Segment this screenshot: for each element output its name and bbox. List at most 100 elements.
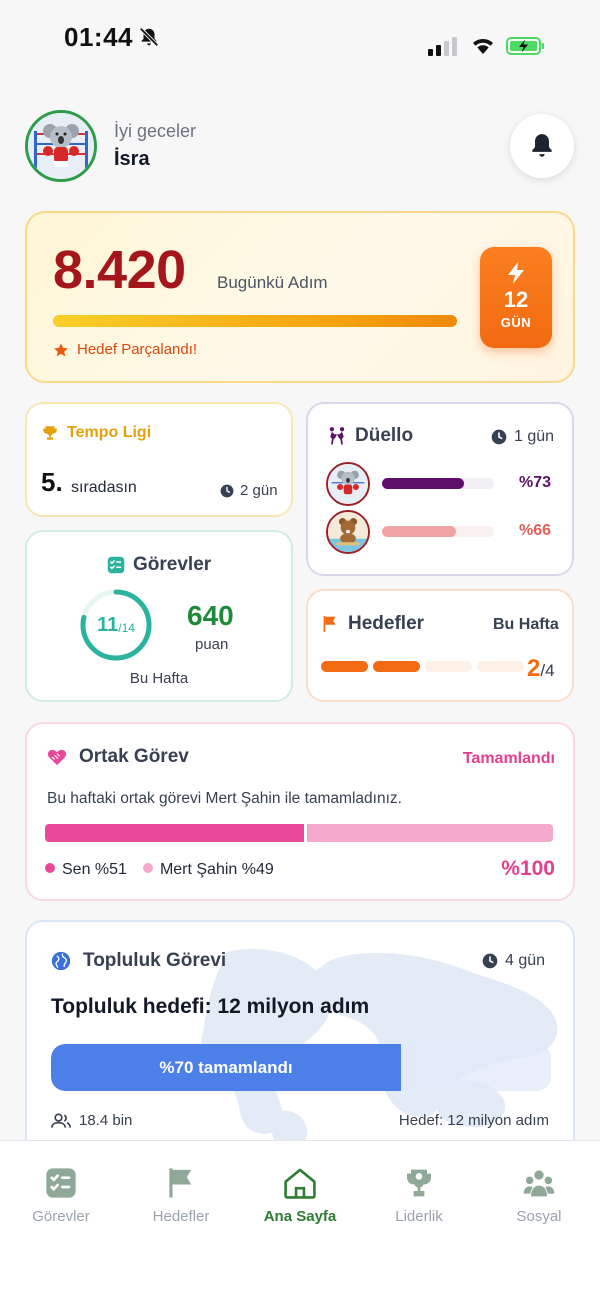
duel-avatar-me xyxy=(326,462,370,506)
flag-icon xyxy=(169,1168,192,1198)
nav-leaderboard[interactable]: Liderlik xyxy=(364,1167,474,1225)
streak-unit: GÜN xyxy=(500,315,532,330)
koala-boxer-avatar-icon xyxy=(28,113,94,179)
tempo-league-card[interactable]: Tempo Ligi 5. sıradasın 2 gün xyxy=(25,402,293,517)
goal-exceeded-text: Hedef Parçalandı! xyxy=(53,341,197,358)
trophy-icon xyxy=(407,1169,431,1197)
goals-title: Hedefler xyxy=(322,613,424,635)
legend-me-label: Sen %51 xyxy=(62,861,127,878)
shared-task-card[interactable]: Ortak Görev Tamamlandı Bu haftaki ortak … xyxy=(25,722,575,901)
shared-task-my-share xyxy=(45,824,305,842)
duel-days-left: 1 gün xyxy=(491,428,554,446)
shared-task-description: Bu haftaki ortak görevi Mert Şahin ile t… xyxy=(47,790,402,807)
tempo-league-title: Tempo Ligi xyxy=(41,424,151,442)
community-goal: Topluluk hedefi: 12 milyon adım xyxy=(51,995,370,1018)
nav-leaderboard-label: Liderlik xyxy=(395,1208,443,1225)
steps-progress-bar xyxy=(53,315,457,327)
clock-icon xyxy=(491,429,507,445)
shared-task-status: Tamamlandı xyxy=(462,750,555,767)
group-icon xyxy=(523,1170,555,1197)
trophy-icon xyxy=(43,426,57,440)
league-days-text: 2 gün xyxy=(240,482,278,499)
nav-tasks-label: Görevler xyxy=(32,1208,90,1225)
community-task-label: Topluluk Görevi xyxy=(83,950,227,971)
bell-off-icon xyxy=(139,27,159,47)
legend-me: Sen %51 xyxy=(45,861,127,879)
legend-partner: Mert Şahin %49 xyxy=(142,861,274,879)
nav-goals[interactable]: Hedefler xyxy=(126,1167,236,1225)
duel-card[interactable]: Düello 1 gün %73 %66 xyxy=(306,402,574,576)
shared-task-total: %100 xyxy=(501,857,555,880)
flag-icon xyxy=(323,616,336,632)
shared-task-title: Ortak Görev xyxy=(47,746,189,768)
status-time: 01:44 xyxy=(64,22,133,52)
community-progress-label: %70 tamamlandı xyxy=(159,1057,293,1077)
duel-progress-track-opponent xyxy=(382,526,494,537)
league-rank-label: sıradasın xyxy=(71,479,137,496)
battery-charging-icon xyxy=(506,37,544,55)
community-task-title: Topluluk Görevi xyxy=(51,950,226,972)
community-members: 18.4 bin xyxy=(51,1112,132,1129)
community-progress-bar: %70 tamamlandı xyxy=(51,1044,551,1091)
nav-home[interactable]: Ana Sayfa xyxy=(245,1167,355,1225)
community-task-card[interactable]: Topluluk Görevi 4 gün Topluluk hedefi: 1… xyxy=(25,920,575,1160)
clock-icon xyxy=(482,953,498,969)
goals-done: 2 xyxy=(527,655,541,682)
handshake-heart-icon xyxy=(47,749,67,766)
goal-segment xyxy=(477,661,524,672)
goals-card[interactable]: Hedefler Bu Hafta 2/4 xyxy=(306,589,574,702)
nav-social-label: Sosyal xyxy=(516,1208,562,1225)
tasks-count: 11/14 xyxy=(79,588,153,662)
notifications-button[interactable] xyxy=(510,114,574,178)
tasks-points-label: puan xyxy=(195,636,229,653)
goal-exceeded-label: Hedef Parçalandı! xyxy=(77,341,198,358)
nav-tasks[interactable]: Görevler xyxy=(6,1167,116,1225)
clock-icon xyxy=(220,484,234,497)
steps-label: Bugünkü Adım xyxy=(217,273,328,292)
duel-progress-track-me xyxy=(382,478,494,489)
fighting-people-icon xyxy=(329,427,345,445)
lightning-icon xyxy=(508,262,524,284)
shared-task-label: Ortak Görev xyxy=(79,746,189,767)
duel-progress-fill-opponent xyxy=(382,526,456,537)
status-bar: 01:44 xyxy=(0,0,600,80)
community-days-left: 4 gün xyxy=(482,952,545,970)
duel-title: Düello xyxy=(326,425,413,447)
koala-boxer-avatar-icon xyxy=(328,464,368,504)
duel-label: Düello xyxy=(355,425,414,446)
goals-segment-bar xyxy=(321,661,524,672)
goal-segment xyxy=(321,661,368,672)
duel-player-opponent: %66 xyxy=(326,510,560,554)
tasks-total: /14 xyxy=(118,621,135,635)
nav-home-label: Ana Sayfa xyxy=(263,1208,337,1225)
checklist-icon xyxy=(107,556,125,574)
shared-task-legend: Sen %51 Mert Şahin %49 xyxy=(45,861,274,879)
nav-social[interactable]: Sosyal xyxy=(484,1167,594,1225)
globe-icon xyxy=(51,951,71,971)
daily-steps-card[interactable]: 8.420 Bugünkü Adım Hedef Parçalandı! 12 … xyxy=(25,211,575,383)
duel-days-text: 1 gün xyxy=(514,428,555,445)
tasks-points: 640 xyxy=(187,600,234,631)
community-members-count: 18.4 bin xyxy=(79,1112,133,1129)
home-icon xyxy=(284,1168,316,1199)
avatar[interactable] xyxy=(25,110,97,182)
duel-percent-opponent: %66 xyxy=(519,522,552,539)
legend-partner-label: Mert Şahin %49 xyxy=(159,861,274,878)
tasks-card[interactable]: Görevler 11/14 640 puan Bu Hafta xyxy=(25,530,293,702)
tasks-period: Bu Hafta xyxy=(129,670,189,687)
shared-task-split-bar xyxy=(45,824,553,842)
user-name: İsra xyxy=(114,148,150,170)
community-days-text: 4 gün xyxy=(505,952,546,969)
community-target: Hedef: 12 milyon adım xyxy=(398,1112,549,1129)
goals-label: Hedefler xyxy=(348,613,425,634)
duel-player-me: %73 xyxy=(326,462,560,506)
shared-task-partner-share xyxy=(307,824,553,842)
cellular-signal-icon xyxy=(428,37,457,56)
checklist-icon xyxy=(46,1168,76,1198)
duel-percent-me: %73 xyxy=(519,474,552,491)
league-days-left: 2 gün xyxy=(220,482,278,499)
duel-avatar-opponent xyxy=(326,510,370,554)
streak-badge[interactable]: 12 GÜN xyxy=(480,247,552,348)
tasks-title: Görevler xyxy=(107,554,211,576)
people-icon xyxy=(51,1113,71,1128)
